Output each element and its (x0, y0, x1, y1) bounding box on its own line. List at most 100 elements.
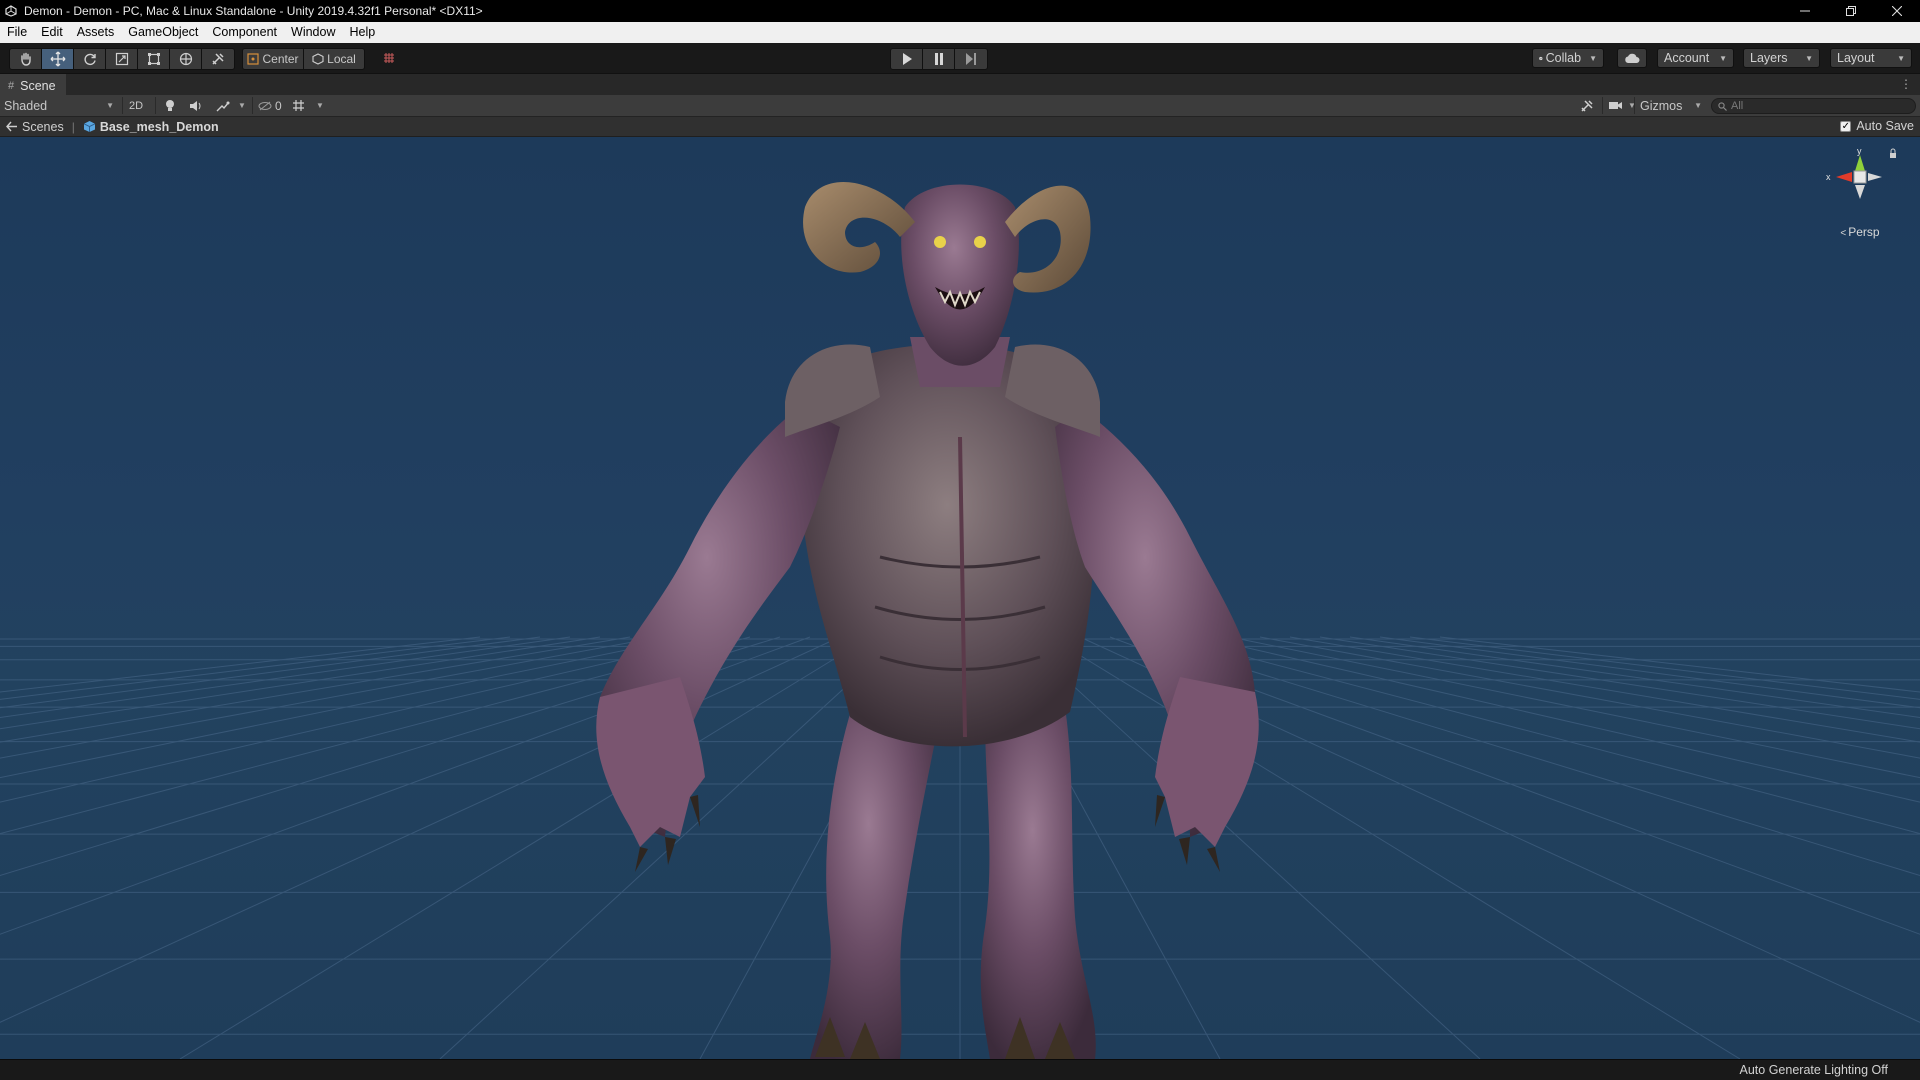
gizmo-center-cube[interactable] (1853, 170, 1867, 184)
custom-tool-button[interactable] (202, 49, 234, 69)
more-options-icon[interactable]: ⋮ (1900, 77, 1912, 91)
grid-visibility-dropdown[interactable]: ▼ (292, 95, 324, 116)
lightbulb-icon (166, 99, 174, 111)
chevron-down-icon: ▼ (1589, 53, 1597, 63)
gizmo-x-axis[interactable]: x (1826, 172, 1852, 182)
audio-toggle[interactable] (189, 95, 203, 116)
scene-hash-icon: # (8, 79, 15, 92)
tools-icon (1581, 99, 1593, 112)
unity-logo-icon (4, 4, 18, 18)
pivot-controls: Center Local (242, 48, 365, 70)
scene-viewport[interactable]: y x < Persp (0, 137, 1920, 1059)
hand-tool-button[interactable] (10, 49, 42, 69)
grid-line (0, 636, 571, 718)
chevron-down-icon: ▼ (1694, 101, 1702, 110)
move-tool-button[interactable] (42, 49, 74, 69)
grid-snap-icon (384, 53, 394, 63)
menu-component[interactable]: Component (205, 22, 284, 43)
account-dropdown[interactable]: Account ▼ (1657, 48, 1734, 68)
chevron-down-icon: ▼ (238, 101, 246, 110)
grid-line (179, 636, 871, 1059)
dock-tab-bar: # Scene ⋮ (0, 73, 1920, 95)
menu-assets[interactable]: Assets (70, 22, 122, 43)
draw-mode-dropdown[interactable]: Shaded ▼ (4, 95, 116, 116)
transform-tool-button[interactable] (170, 49, 202, 69)
pivot-space-button[interactable]: Local (304, 49, 364, 69)
gizmos-label: Gizmos (1640, 98, 1683, 113)
transform-tools (9, 48, 235, 70)
account-label: Account (1664, 51, 1710, 65)
grid-line (0, 636, 481, 693)
lighting-toggle[interactable] (164, 95, 176, 116)
effects-dropdown[interactable]: ▼ (216, 95, 246, 116)
auto-save-checkbox[interactable]: ✓ (1840, 120, 1852, 132)
restore-icon (1846, 6, 1856, 16)
mode-2d-label: 2D (129, 99, 144, 112)
menu-gameobject[interactable]: GameObject (121, 22, 205, 43)
grid-line (1199, 636, 1920, 803)
speaker-icon (190, 100, 201, 111)
prefab-cube-icon (83, 121, 96, 132)
rotate-icon (83, 53, 96, 66)
scene-orientation-gizmo[interactable]: y x < Persp (1820, 147, 1900, 242)
gizmo-x-label: x (1826, 172, 1831, 182)
scene-tab-label: Scene (20, 78, 56, 93)
menu-window[interactable]: Window (284, 22, 342, 43)
restore-button[interactable] (1828, 0, 1874, 22)
hidden-objects-toggle[interactable]: 0 (258, 95, 282, 116)
menu-help[interactable]: Help (342, 22, 382, 43)
gizmo-y-label: y (1857, 147, 1862, 156)
hidden-count: 0 (275, 98, 282, 113)
scale-icon (115, 52, 128, 66)
tab-scene[interactable]: # Scene (0, 74, 66, 95)
auto-save-toggle[interactable]: ✓ Auto Save (1840, 119, 1914, 133)
search-icon (1718, 101, 1727, 111)
breadcrumb-prefab[interactable]: Base_mesh_Demon (83, 120, 219, 134)
rotate-tool-button[interactable] (74, 49, 106, 69)
menu-edit[interactable]: Edit (34, 22, 70, 43)
pivot-center-button[interactable]: Center (243, 49, 304, 69)
minimize-button[interactable] (1782, 0, 1828, 22)
scene-tools-button[interactable] (1580, 95, 1594, 116)
gizmos-dropdown[interactable]: Gizmos ▼ (1640, 95, 1702, 116)
grid-snapping-button[interactable] (373, 48, 405, 68)
menu-file[interactable]: File (0, 22, 34, 43)
breadcrumb-root-label: Scenes (22, 119, 64, 134)
space-label: Local (327, 52, 356, 66)
unity-editor-window: Demon - Demon - PC, Mac & Linux Standalo… (0, 0, 1920, 1080)
layout-dropdown[interactable]: Layout ▼ (1830, 48, 1912, 68)
grid-line (0, 636, 661, 759)
grid-line (1409, 636, 1920, 700)
gizmo-y-axis[interactable]: y (1855, 147, 1865, 171)
pivot-label: Center (262, 52, 299, 66)
cloud-button[interactable] (1617, 48, 1647, 68)
grid-line (0, 636, 691, 779)
draw-mode-label: Shaded (4, 98, 48, 113)
projection-toggle[interactable]: < Persp (1820, 225, 1900, 239)
step-button[interactable] (955, 49, 987, 69)
title-bar: Demon - Demon - PC, Mac & Linux Standalo… (0, 0, 1920, 22)
grid-line (1349, 636, 1920, 718)
breadcrumb-scenes[interactable]: Scenes (6, 120, 64, 134)
collab-dropdown[interactable]: Collab ▼ (1532, 48, 1604, 68)
center-pivot-icon (247, 53, 260, 65)
move-icon (50, 51, 65, 67)
demon-model[interactable] (596, 181, 1259, 1059)
chevron-down-icon: ▼ (106, 101, 114, 110)
status-bar: Auto Generate Lighting Off (0, 1059, 1920, 1080)
scene-search-input[interactable]: All (1711, 98, 1916, 114)
toggle-2d-button[interactable]: 2D (129, 95, 143, 116)
rect-tool-button[interactable] (138, 49, 170, 69)
scale-tool-button[interactable] (106, 49, 138, 69)
camera-settings-dropdown[interactable]: ▼ (1608, 95, 1636, 116)
grid-line (1229, 636, 1920, 779)
pause-button[interactable] (923, 49, 955, 69)
layers-dropdown[interactable]: Layers ▼ (1743, 48, 1820, 68)
lighting-status[interactable]: Auto Generate Lighting Off (1740, 1063, 1888, 1077)
grid-line (1439, 636, 1920, 693)
lock-icon[interactable] (1890, 148, 1896, 158)
grid-snap-group (373, 48, 405, 68)
play-button[interactable] (891, 49, 923, 69)
transform-icon (179, 52, 192, 66)
close-window-button[interactable] (1874, 0, 1920, 22)
